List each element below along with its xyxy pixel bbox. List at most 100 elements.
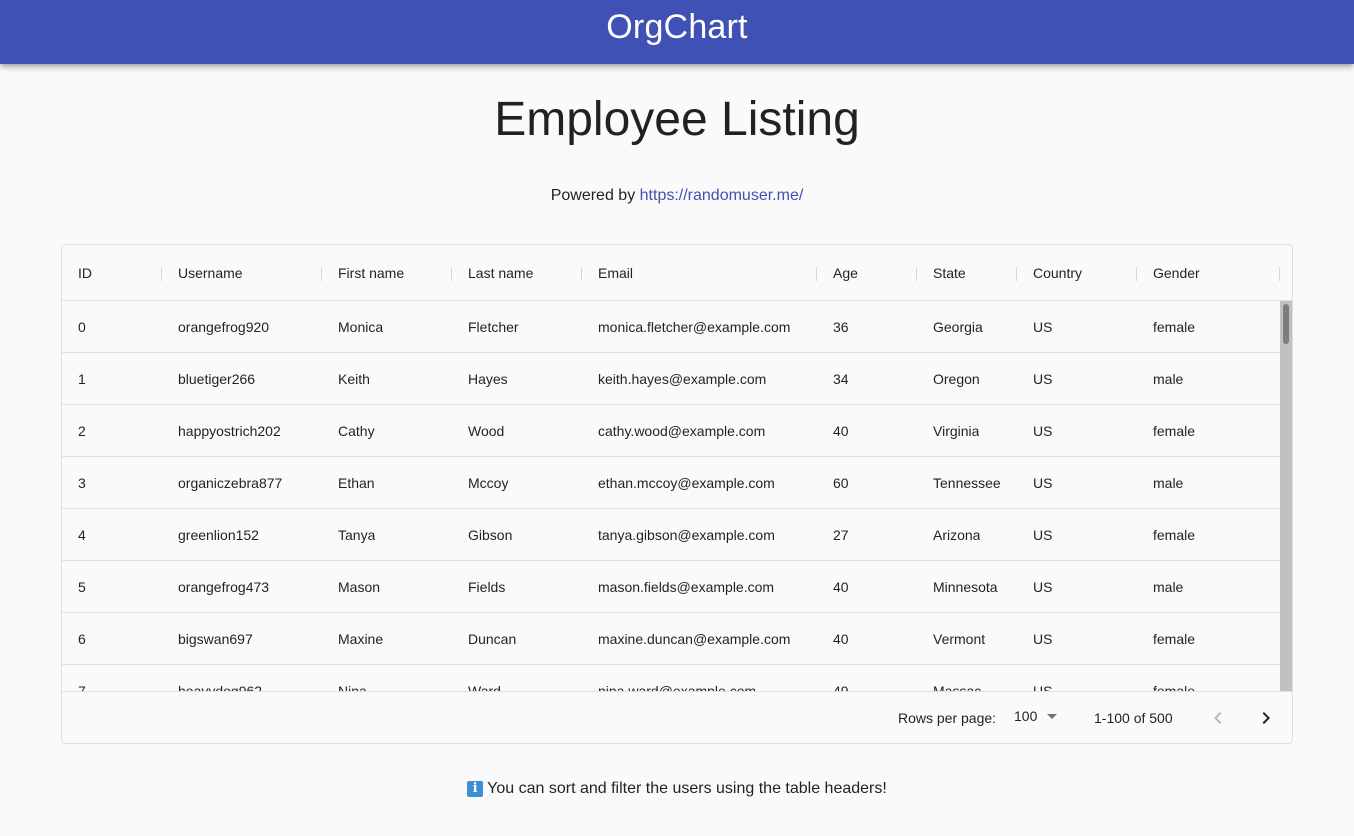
table-body: 0 orangefrog920 Monica Fletcher monica.fletc… <box>62 301 1292 691</box>
cell-text: orangefrog920 <box>178 318 270 335</box>
cell-country: US <box>1017 457 1137 508</box>
cell-email: keith.hayes@example.com <box>582 353 817 404</box>
table-row[interactable]: 1 bluetiger266 Keith Hayes keith.hayes@examp… <box>62 353 1280 405</box>
column-separator[interactable] <box>1279 267 1281 281</box>
cell-text: happyostrich202 <box>178 422 281 439</box>
table-row[interactable]: 2 happyostrich202 Cathy Wood cathy.wood@exam… <box>62 405 1280 457</box>
cell-id: 0 <box>62 301 162 352</box>
cell-gender: female <box>1137 301 1280 352</box>
rows-per-page-value: 100 <box>1014 708 1038 724</box>
cell-username: orangefrog473 <box>162 561 322 612</box>
vertical-scrollbar[interactable] <box>1280 301 1292 691</box>
cell-email: ethan.mccoy@example.com <box>582 457 817 508</box>
previous-page-button[interactable] <box>1202 702 1234 734</box>
cell-text: 7 <box>78 682 86 692</box>
table-header: ID Username First name Last name Email Age Sta… <box>62 245 1292 301</box>
scrollbar-thumb[interactable] <box>1283 304 1289 344</box>
column-header-first-name[interactable]: First name <box>322 245 452 301</box>
cell-email: maxine.duncan@example.com <box>582 613 817 664</box>
cell-text: Minnesota <box>933 578 998 595</box>
cell-text: tanya.gibson@example.com <box>598 526 775 543</box>
cell-text: male <box>1153 578 1184 595</box>
caret-down-icon <box>1047 713 1058 719</box>
cell-text: 1 <box>78 370 86 387</box>
cell-text: US <box>1033 682 1053 692</box>
cell-text: 0 <box>78 318 86 335</box>
column-header-last-name[interactable]: Last name <box>452 245 582 301</box>
cell-email: mason.fields@example.com <box>582 561 817 612</box>
cell-text: US <box>1033 318 1053 335</box>
cell-last-name: Duncan <box>452 613 582 664</box>
table-row[interactable]: 5 orangefrog473 Mason Fields mason.fields@ex… <box>62 561 1280 613</box>
cell-text: Maxine <box>338 630 384 647</box>
cell-text: ethan.mccoy@example.com <box>598 474 775 491</box>
cell-id: 1 <box>62 353 162 404</box>
table-footer: Rows per page: 100 1-100 of 500 <box>62 691 1292 743</box>
cell-state: Virginia <box>917 405 1001 456</box>
cell-text: Fields <box>468 578 506 595</box>
column-header-state[interactable]: State <box>917 245 1017 301</box>
cell-text: Nina <box>338 682 367 692</box>
column-header-country[interactable]: Country <box>1017 245 1137 301</box>
cell-last-name: Hayes <box>452 353 582 404</box>
cell-age: 36 <box>817 301 917 352</box>
cell-text: Gibson <box>468 526 513 543</box>
cell-state: Tennessee <box>917 457 1001 508</box>
column-header-gender[interactable]: Gender <box>1137 245 1280 301</box>
cell-id: 4 <box>62 509 162 560</box>
cell-last-name: Ward <box>452 665 582 692</box>
cell-text: Ward <box>468 682 501 692</box>
cell-text: female <box>1153 526 1196 543</box>
table-row[interactable]: 3 organiczebra877 Ethan Mccoy ethan.mccoy@ex… <box>62 457 1280 509</box>
cell-first-name: Tanya <box>322 509 452 560</box>
cell-text: Virginia <box>933 422 980 439</box>
randomuser-link[interactable]: https://randomuser.me/ <box>640 187 804 204</box>
cell-first-name: Cathy <box>322 405 452 456</box>
cell-text: 6 <box>78 630 86 647</box>
table-row[interactable]: 4 greenlion152 Tanya Gibson tanya.gibson@exa… <box>62 509 1280 561</box>
cell-username: happyostrich202 <box>162 405 322 456</box>
cell-text: 36 <box>833 318 849 335</box>
table-row[interactable]: 0 orangefrog920 Monica Fletcher monica.fletc… <box>62 301 1280 353</box>
column-header-username[interactable]: Username <box>162 245 322 301</box>
cell-gender: male <box>1137 353 1280 404</box>
cell-username: greenlion152 <box>162 509 322 560</box>
cell-text: Ethan <box>338 474 375 491</box>
cell-state: Vermont <box>917 613 1001 664</box>
cell-gender: female <box>1137 405 1280 456</box>
cell-text: greenlion152 <box>178 526 259 543</box>
cell-text: Fletcher <box>468 318 519 335</box>
cell-text: Mason <box>338 578 381 595</box>
cell-id: 2 <box>62 405 162 456</box>
cell-text: 40 <box>833 422 849 439</box>
info-icon: i <box>467 781 484 797</box>
cell-email: cathy.wood@example.com <box>582 405 817 456</box>
table-row[interactable]: 6 bigswan697 Maxine Duncan maxine.duncan@exa… <box>62 613 1280 665</box>
cell-text: cathy.wood@example.com <box>598 422 766 439</box>
chevron-right-icon <box>1262 712 1270 724</box>
chevron-left-icon <box>1214 712 1222 724</box>
cell-id: 6 <box>62 613 162 664</box>
cell-state: Oregon <box>917 353 1001 404</box>
cell-text: US <box>1033 370 1053 387</box>
cell-state: Minnesota <box>917 561 1001 612</box>
cell-first-name: Keith <box>322 353 452 404</box>
next-page-button[interactable] <box>1250 702 1282 734</box>
rows-per-page-select[interactable]: 100 <box>1014 708 1058 724</box>
cell-first-name: Nina <box>322 665 452 692</box>
cell-text: Duncan <box>468 630 517 647</box>
cell-country: US <box>1017 613 1137 664</box>
cell-id: 5 <box>62 561 162 612</box>
cell-gender: female <box>1137 665 1280 692</box>
cell-text: Monica <box>338 318 384 335</box>
column-header-email[interactable]: Email <box>582 245 817 301</box>
cell-username: orangefrog920 <box>162 301 322 352</box>
column-header-age[interactable]: Age <box>817 245 917 301</box>
cell-state: Massachusetts <box>917 665 1001 692</box>
table-row[interactable]: 7 heavydog962 Nina Ward nina.ward@example.co… <box>62 665 1280 692</box>
column-header-id[interactable]: ID <box>62 245 162 301</box>
cell-country: US <box>1017 509 1137 560</box>
powered-by-label: Powered by <box>550 187 636 204</box>
cell-text: US <box>1033 526 1053 543</box>
cell-last-name: Wood <box>452 405 582 456</box>
